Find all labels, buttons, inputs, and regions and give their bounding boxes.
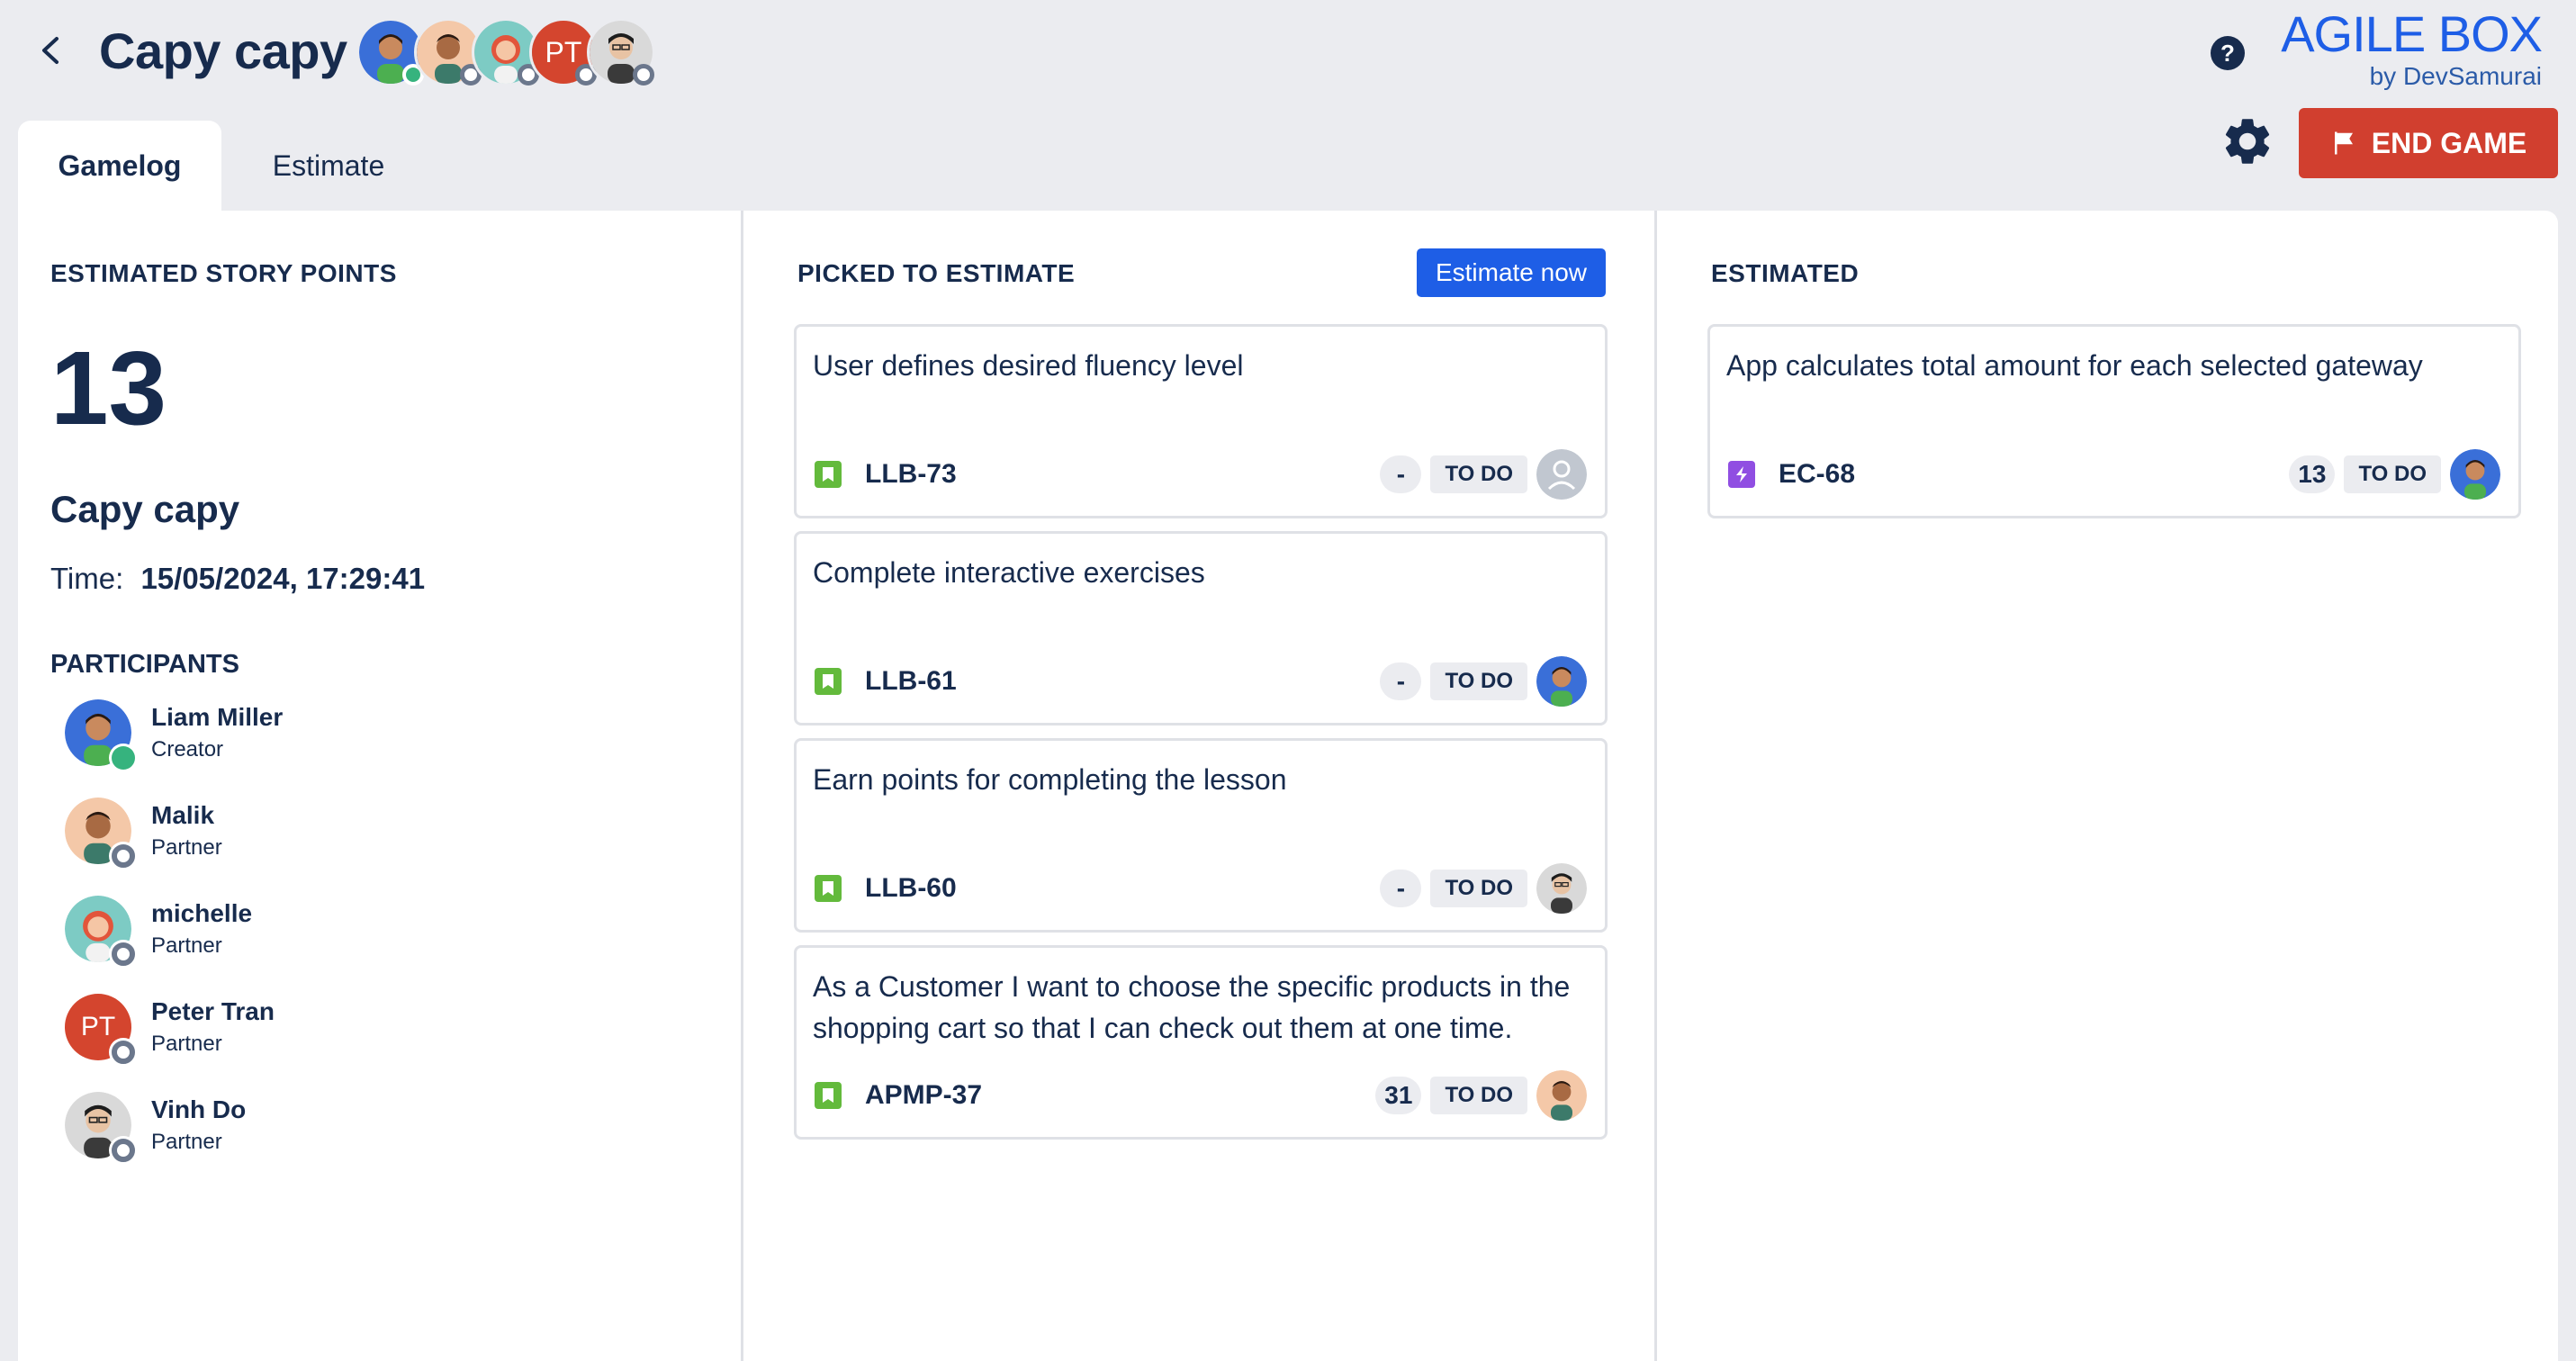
participant-role: Partner bbox=[151, 933, 222, 958]
participant-role: Creator bbox=[151, 737, 224, 762]
flag-icon bbox=[2334, 131, 2353, 155]
issue-summary: As a Customer I want to choose the speci… bbox=[813, 970, 1571, 1044]
issue-key: APMP-37 bbox=[865, 1080, 983, 1110]
status-badge: TO DO bbox=[1430, 662, 1527, 700]
picked-to-estimate-title: PICKED TO ESTIMATE bbox=[797, 259, 1076, 287]
issue-key: EC-68 bbox=[1779, 459, 1856, 489]
story-points-badge: - bbox=[1380, 870, 1422, 907]
participant-role: Partner bbox=[151, 1130, 222, 1154]
issue-card[interactable]: App calculates total amount for each sel… bbox=[1707, 324, 2521, 518]
avatar bbox=[1536, 656, 1587, 707]
avatar bbox=[65, 1092, 135, 1162]
brand-subtitle: by DevSamurai bbox=[2369, 62, 2542, 90]
estimated-title: ESTIMATED bbox=[1711, 259, 1860, 287]
participant-item: Vinh Do Partner bbox=[65, 1089, 247, 1162]
participant-role: Partner bbox=[151, 1032, 222, 1056]
issue-summary: Earn points for completing the lesson bbox=[813, 763, 1287, 796]
gear-icon[interactable] bbox=[2220, 113, 2275, 169]
avatar[interactable] bbox=[587, 18, 655, 86]
issue-card[interactable]: As a Customer I want to choose the speci… bbox=[794, 945, 1608, 1140]
estimated-story-points-title: ESTIMATED STORY POINTS bbox=[50, 259, 397, 287]
offline-status-icon bbox=[112, 1041, 135, 1064]
issue-card[interactable]: Complete interactive exercises LLB-61 - … bbox=[794, 531, 1608, 726]
avatar bbox=[65, 699, 135, 770]
time-value: 15/05/2024, 17:29:41 bbox=[140, 562, 426, 595]
participant-item: Liam Miller Creator bbox=[65, 697, 284, 770]
page-title: Capy capy bbox=[99, 23, 347, 79]
participant-item: Malik Partner bbox=[65, 795, 222, 868]
issue-key: LLB-61 bbox=[865, 666, 957, 696]
story-points-badge: - bbox=[1380, 455, 1422, 493]
issue-summary: Complete interactive exercises bbox=[813, 556, 1205, 589]
story-icon bbox=[815, 668, 842, 695]
estimated-panel: ESTIMATED App calculates total amount fo… bbox=[1654, 211, 2558, 1361]
issue-card[interactable]: User defines desired fluency level LLB-7… bbox=[794, 324, 1608, 518]
participant-name: Vinh Do bbox=[151, 1095, 247, 1123]
status-badge: TO DO bbox=[2344, 455, 2441, 493]
participant-name: Malik bbox=[151, 801, 215, 829]
offline-status-icon bbox=[112, 942, 135, 966]
picked-to-estimate-panel: PICKED TO ESTIMATE Estimate now User def… bbox=[741, 211, 1654, 1361]
avatar bbox=[2450, 449, 2500, 500]
story-points-badge: 31 bbox=[1375, 1077, 1422, 1114]
unassigned-user-icon bbox=[1536, 449, 1587, 500]
avatar bbox=[1536, 863, 1587, 914]
chevron-left-icon bbox=[42, 37, 59, 64]
participant-item: michelle Partner bbox=[65, 893, 253, 966]
story-icon bbox=[815, 1082, 842, 1109]
back-button[interactable] bbox=[32, 32, 68, 68]
brand-title: AGILE BOX bbox=[2281, 5, 2543, 62]
issue-summary: App calculates total amount for each sel… bbox=[1726, 349, 2423, 382]
participant-name: Peter Tran bbox=[151, 997, 275, 1025]
story-icon bbox=[815, 875, 842, 902]
story-points-value: 13 bbox=[50, 329, 167, 446]
issue-key: LLB-73 bbox=[865, 459, 957, 489]
tab-estimate[interactable]: Estimate bbox=[221, 121, 436, 211]
status-badge: TO DO bbox=[1430, 870, 1527, 907]
participant-item: PT Peter Tran Partner bbox=[65, 991, 275, 1064]
session-time: Time: 15/05/2024, 17:29:41 bbox=[50, 562, 425, 596]
time-label: Time: bbox=[50, 562, 124, 595]
participant-name: Liam Miller bbox=[151, 703, 284, 731]
issue-summary: User defines desired fluency level bbox=[813, 349, 1244, 382]
header-avatar-group[interactable]: PT bbox=[356, 18, 655, 86]
status-badge: TO DO bbox=[1430, 455, 1527, 493]
story-icon bbox=[815, 461, 842, 488]
story-points-badge: 13 bbox=[2289, 455, 2336, 493]
estimate-now-button[interactable]: Estimate now bbox=[1417, 248, 1606, 297]
summary-panel: ESTIMATED STORY POINTS 13 Capy capy Time… bbox=[18, 211, 741, 1361]
avatar bbox=[65, 896, 135, 966]
online-status-icon bbox=[112, 746, 135, 770]
session-name: Capy capy bbox=[50, 488, 240, 530]
avatar bbox=[1536, 1070, 1587, 1121]
help-icon[interactable]: ? bbox=[2211, 36, 2245, 70]
end-game-button[interactable]: END GAME bbox=[2299, 108, 2558, 178]
story-points-badge: - bbox=[1380, 662, 1422, 700]
avatar: PT bbox=[65, 994, 135, 1064]
status-badge: TO DO bbox=[1430, 1077, 1527, 1114]
participant-name: michelle bbox=[151, 899, 253, 927]
gamelog-panels: ESTIMATED STORY POINTS 13 Capy capy Time… bbox=[18, 211, 2558, 1361]
brand-logo: AGILE BOX by DevSamurai bbox=[2281, 5, 2543, 90]
offline-status-icon bbox=[112, 1139, 135, 1162]
offline-status-icon bbox=[112, 844, 135, 868]
avatar bbox=[65, 798, 135, 868]
participant-role: Partner bbox=[151, 835, 222, 860]
offline-status-icon bbox=[633, 64, 654, 86]
tab-gamelog[interactable]: Gamelog bbox=[18, 121, 221, 211]
issue-key: LLB-60 bbox=[865, 873, 957, 903]
end-game-label: END GAME bbox=[2371, 126, 2527, 159]
participants-title: PARTICIPANTS bbox=[50, 650, 239, 679]
issue-card[interactable]: Earn points for completing the lesson LL… bbox=[794, 738, 1608, 933]
epic-icon bbox=[1728, 461, 1755, 488]
